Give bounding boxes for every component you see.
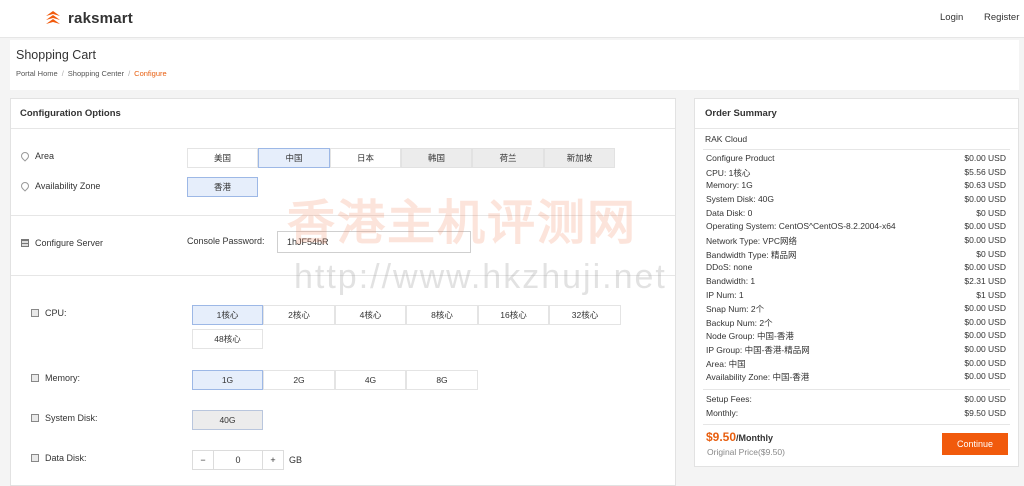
summary-line-price: $0.00 USD [964, 357, 1006, 368]
cpu-icon [31, 309, 39, 317]
area-option-kr[interactable]: 韩国 [401, 148, 472, 168]
page-title: Shopping Cart [16, 48, 96, 62]
summary-line-label: CPU: 1核心 [706, 167, 751, 178]
console-password-label: Console Password: [187, 236, 265, 246]
summary-line-price: $1 USD [976, 289, 1006, 300]
page-header: Shopping Cart Portal Home / Shopping Cente… [10, 40, 1019, 90]
memory-option-4g[interactable]: 4G [335, 370, 406, 390]
setup-fees-label: Setup Fees: [706, 394, 752, 404]
summary-line-label: IP Num: 1 [706, 289, 744, 300]
summary-line-price: $0 USD [976, 207, 1006, 218]
summary-line-price: $0.00 USD [964, 262, 1006, 273]
data-disk-icon [31, 454, 39, 462]
zone-option-hk[interactable]: 香港 [187, 177, 258, 197]
zone-label: Availability Zone [19, 180, 100, 192]
area-option-cn[interactable]: 中国 [258, 148, 330, 168]
monthly-price: $9.50 USD [964, 408, 1006, 418]
summary-line-label: Network Type: VPC网络 [706, 235, 798, 246]
summary-line-label: Bandwidth: 1 [706, 275, 756, 286]
product-name: RAK Cloud [705, 134, 748, 144]
cpu-option-2[interactable]: 2核心 [263, 305, 335, 325]
system-disk-label: System Disk: [31, 413, 98, 423]
cpu-option-8[interactable]: 8核心 [406, 305, 478, 325]
decrement-button[interactable]: − [192, 450, 214, 470]
summary-line-label: IP Group: 中国-香港-精品网 [706, 345, 810, 356]
data-disk-label: Data Disk: [31, 453, 87, 463]
summary-line-price: $0.00 USD [964, 193, 1006, 204]
raksmart-logo-icon [46, 11, 60, 24]
summary-line-price: $0.63 USD [964, 180, 1006, 191]
location-pin-icon [19, 150, 31, 162]
data-disk-stepper: − 0 + [192, 450, 284, 470]
summary-line-price: $2.31 USD [964, 275, 1006, 286]
summary-line-label: Node Group: 中国-香港 [706, 331, 794, 342]
configuration-panel: Configuration Options Area 美国 中国 日本 韩国 荷… [10, 98, 676, 486]
cpu-label: CPU: [31, 308, 67, 318]
area-option-nl[interactable]: 荷兰 [472, 148, 544, 168]
increment-button[interactable]: + [262, 450, 284, 470]
disk-option-40g[interactable]: 40G [192, 410, 263, 430]
summary-line-price: $0.00 USD [964, 316, 1006, 327]
area-label: Area [19, 150, 54, 162]
configure-server-label: Configure Server [21, 238, 103, 248]
cpu-option-32[interactable]: 32核心 [549, 305, 621, 325]
summary-line-price: $0.00 USD [964, 153, 1006, 163]
order-summary-title: Order Summary [705, 108, 777, 119]
summary-line-price: $0.00 USD [964, 303, 1006, 314]
breadcrumb-home[interactable]: Portal Home [16, 69, 58, 78]
summary-line-label: Data Disk: 0 [706, 207, 753, 218]
summary-line-label: Operating System: CentOS^CentOS-8.2.2004… [706, 221, 896, 232]
disk-icon [31, 414, 39, 422]
summary-line-price: $0.00 USD [964, 371, 1006, 382]
summary-line-label: Backup Num: 2个 [706, 317, 773, 328]
configuration-title: Configuration Options [20, 108, 121, 119]
setup-fees-price: $0.00 USD [964, 394, 1006, 404]
summary-line-label: Area: 中国 [706, 358, 746, 369]
memory-option-1g[interactable]: 1G [192, 370, 263, 390]
summary-line-price: $0.00 USD [964, 344, 1006, 355]
summary-line-price: $0.00 USD [964, 330, 1006, 341]
login-link[interactable]: Login [940, 12, 963, 23]
total-price: $9.50/Monthly [706, 430, 774, 444]
summary-line-price: $5.56 USD [964, 166, 1006, 177]
breadcrumb-configure: Configure [134, 69, 167, 78]
cpu-option-4[interactable]: 4核心 [335, 305, 406, 325]
area-option-sg[interactable]: 新加坡 [544, 148, 615, 168]
memory-icon [31, 374, 39, 382]
data-disk-unit: GB [289, 455, 303, 465]
summary-line-label: System Disk: 40G [706, 193, 775, 204]
summary-line-label: Configure Product [706, 153, 775, 163]
data-disk-value[interactable]: 0 [214, 450, 262, 470]
order-summary-panel: Order Summary RAK Cloud Configure Produc… [694, 98, 1019, 467]
summary-line-label: Snap Num: 2个 [706, 304, 765, 315]
continue-button[interactable]: Continue [942, 433, 1008, 455]
cpu-option-1[interactable]: 1核心 [192, 305, 263, 325]
summary-line-label: Memory: 1G [706, 180, 753, 191]
breadcrumb: Portal Home / Shopping Center / Configure [16, 69, 167, 78]
server-icon [21, 239, 29, 247]
brand-name: raksmart [68, 9, 133, 27]
register-link[interactable]: Register [984, 12, 1019, 23]
memory-option-2g[interactable]: 2G [263, 370, 335, 390]
summary-line-label: Bandwidth Type: 精品网 [706, 249, 797, 260]
cpu-option-48[interactable]: 48核心 [192, 329, 263, 349]
area-option-jp[interactable]: 日本 [330, 148, 401, 168]
area-option-us[interactable]: 美国 [187, 148, 258, 168]
console-password-input[interactable] [277, 231, 471, 253]
summary-line-price: $0 USD [976, 248, 1006, 259]
cpu-option-16[interactable]: 16核心 [478, 305, 549, 325]
breadcrumb-shopping-center[interactable]: Shopping Center [68, 69, 124, 78]
summary-line-price: $0.00 USD [964, 221, 1006, 232]
original-price: Original Price($9.50) [707, 447, 785, 457]
top-navbar: raksmart Login Register [0, 0, 1024, 38]
summary-line-label: DDoS: none [706, 262, 753, 273]
brand-logo[interactable]: raksmart [44, 8, 133, 28]
summary-line-label: Availability Zone: 中国-香港 [706, 372, 810, 383]
memory-option-8g[interactable]: 8G [406, 370, 478, 390]
memory-label: Memory: [31, 373, 80, 383]
monthly-label: Monthly: [706, 408, 739, 418]
location-pin-icon [19, 180, 31, 192]
summary-line-price: $0.00 USD [964, 234, 1006, 245]
